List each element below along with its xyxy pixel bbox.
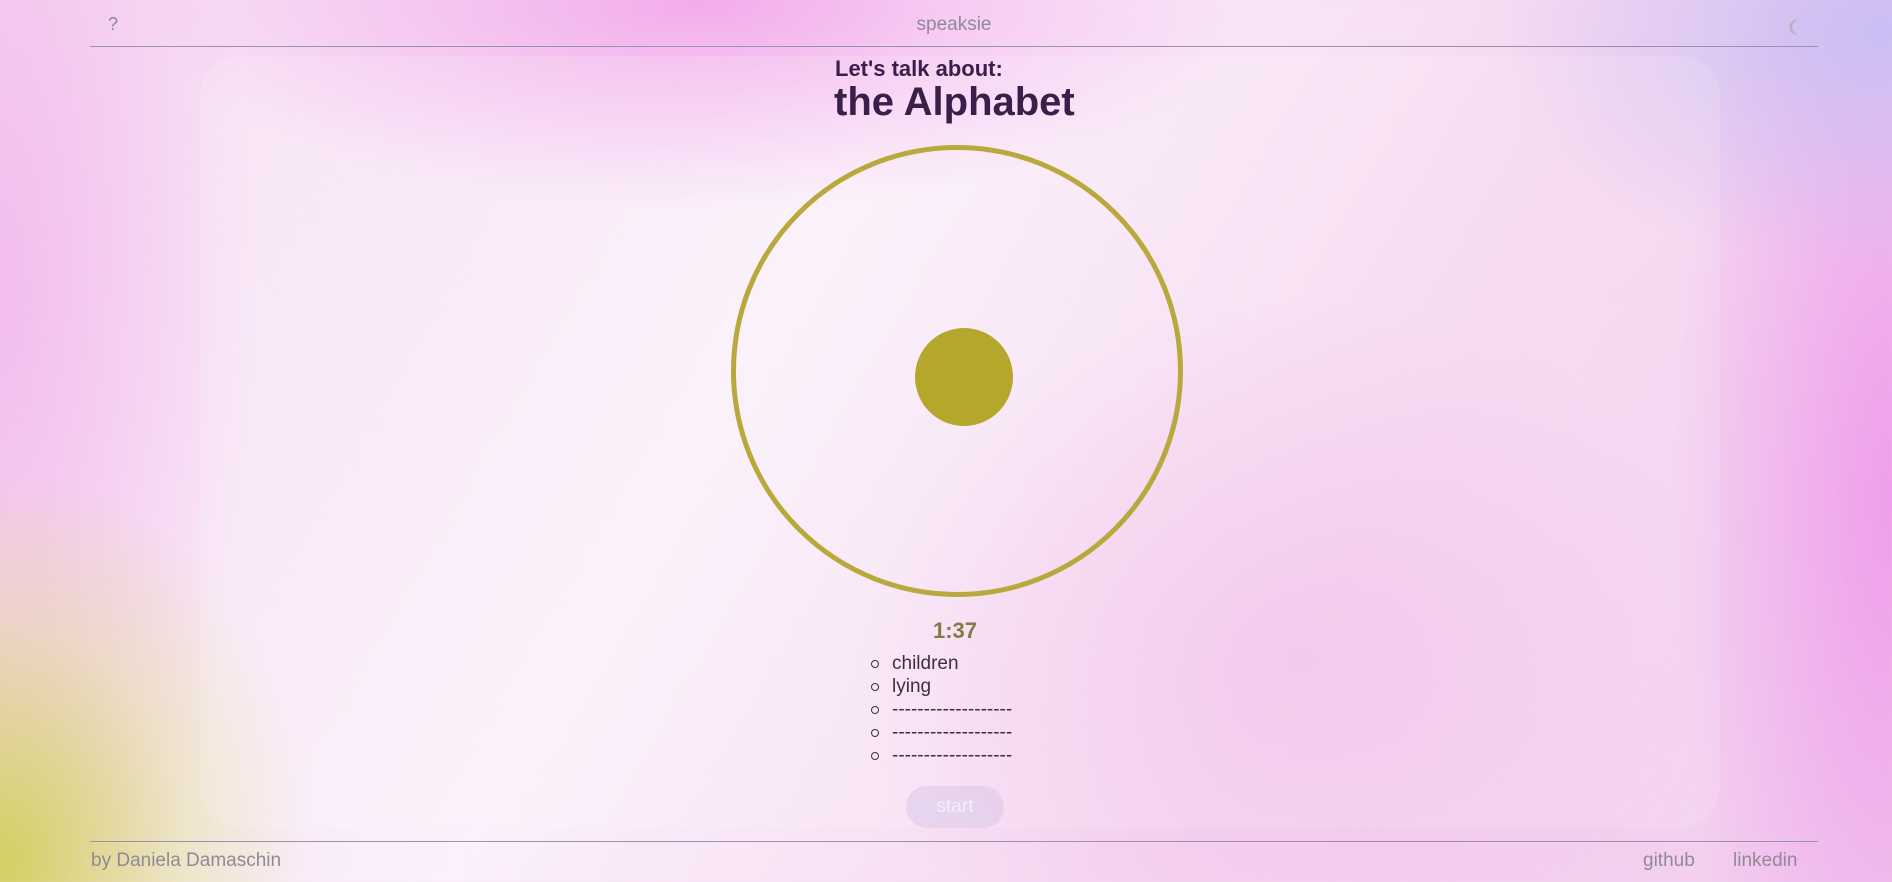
author-credit: by Daniela Damaschin: [91, 850, 282, 871]
list-item: children: [867, 652, 1012, 675]
github-link[interactable]: github: [1643, 850, 1695, 872]
list-item: -------------------: [867, 721, 1012, 744]
topic-intro: Let's talk about:: [835, 56, 1003, 81]
moon-icon[interactable]: [1786, 18, 1804, 36]
linkedin-link[interactable]: linkedin: [1733, 850, 1797, 872]
word-list: children lying ------------------- -----…: [867, 652, 1012, 767]
record-dot[interactable]: [915, 328, 1013, 426]
word-text: lying: [892, 676, 932, 697]
word-text: -------------------: [892, 722, 1013, 743]
bullet-icon: [871, 706, 879, 714]
countdown-timer: 1:37: [932, 618, 978, 643]
list-item: -------------------: [867, 698, 1012, 721]
bullet-icon: [871, 752, 879, 760]
list-item: -------------------: [867, 744, 1012, 767]
bullet-icon: [871, 683, 879, 691]
word-text: -------------------: [892, 699, 1013, 720]
word-text: -------------------: [892, 745, 1013, 766]
bullet-icon: [871, 660, 879, 668]
start-button[interactable]: start: [906, 786, 1004, 828]
bullet-icon: [871, 729, 879, 737]
list-item: lying: [867, 675, 1012, 698]
app-title: speaksie: [916, 14, 992, 35]
header-bar: ? speaksie: [90, 0, 1818, 47]
topic-title: the Alphabet: [834, 80, 1075, 124]
word-text: children: [892, 653, 959, 674]
footer-bar: by Daniela Damaschin github linkedin: [90, 841, 1818, 882]
